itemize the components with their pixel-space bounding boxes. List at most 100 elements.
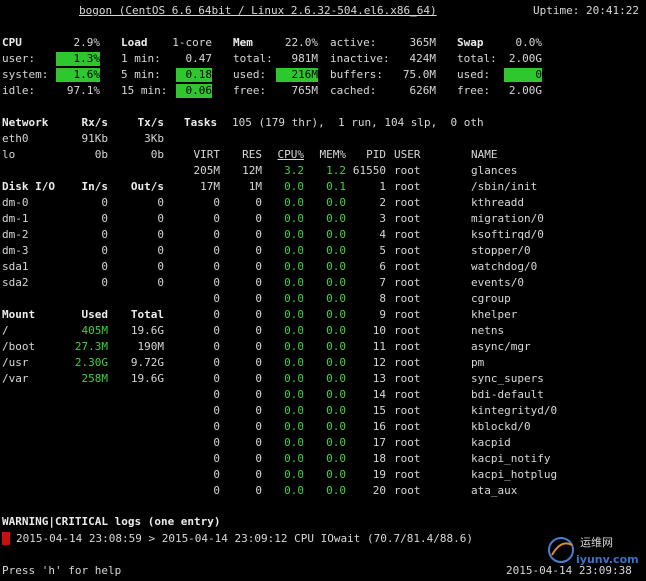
proc-user: root — [394, 244, 421, 257]
proc-res: 0 — [255, 468, 262, 481]
proc-cpu: 3.2 — [284, 164, 304, 177]
proc-pid: 6 — [379, 260, 386, 273]
mount-used: 2.30G — [74, 356, 108, 369]
load-title: Load — [121, 36, 148, 49]
proc-virt: 0 — [213, 292, 220, 305]
proc-mem: 0.0 — [326, 356, 346, 369]
proc-user: root — [394, 388, 421, 401]
proc-header-virt[interactable]: VIRT — [176, 148, 221, 162]
disk-in: 0 — [101, 196, 108, 209]
mem-used-label: used: — [233, 68, 267, 81]
mem-active-label: active: — [330, 36, 377, 49]
proc-mem: 0.0 — [326, 452, 346, 465]
disk-out: 0 — [157, 244, 164, 257]
disk-in: 0 — [101, 228, 108, 241]
proc-mem: 0.0 — [326, 212, 346, 225]
proc-pid: 61550 — [352, 164, 386, 177]
proc-header-name[interactable]: NAME — [471, 148, 498, 162]
cpu-system-label: system: — [2, 68, 49, 81]
proc-name: cgroup — [471, 292, 511, 305]
proc-name: netns — [471, 324, 505, 337]
proc-virt: 205M — [193, 164, 221, 177]
proc-name: ata_aux — [471, 484, 518, 497]
proc-cpu: 0.0 — [284, 180, 304, 193]
proc-name: kthreadd — [471, 196, 524, 209]
proc-mem: 0.0 — [326, 388, 346, 401]
mem-inactive-label: inactive: — [330, 52, 390, 65]
mount-total: 9.72G — [130, 356, 164, 369]
proc-header-user[interactable]: USER — [394, 148, 421, 162]
swap-title: Swap — [457, 36, 484, 49]
proc-pid: 14 — [372, 388, 386, 401]
proc-virt: 17M — [200, 180, 220, 193]
proc-mem: 0.0 — [326, 228, 346, 241]
proc-mem: 0.0 — [326, 484, 346, 497]
mount-path: / — [2, 324, 9, 337]
proc-virt: 0 — [213, 244, 220, 257]
proc-res: 0 — [255, 260, 262, 273]
proc-cpu: 0.0 — [284, 196, 304, 209]
mem-buffers-value: 75.0M — [402, 68, 436, 81]
cpu-total: 2.9% — [73, 36, 101, 49]
proc-cpu: 0.0 — [284, 228, 304, 241]
proc-res: 1M — [248, 180, 262, 193]
proc-cpu: 0.0 — [284, 260, 304, 273]
disk-in: 0 — [101, 260, 108, 273]
proc-name: khelper — [471, 308, 518, 321]
proc-header-pid[interactable]: PID — [346, 148, 386, 162]
proc-res: 0 — [255, 308, 262, 321]
cpu-idle-value: 97.1% — [66, 84, 100, 97]
proc-virt: 0 — [213, 468, 220, 481]
swap-used-value: 0 — [504, 68, 542, 82]
mem-percent: 22.0% — [284, 36, 318, 49]
proc-name: kblockd/0 — [471, 420, 531, 433]
mount-used: 27.3M — [74, 340, 108, 353]
proc-name: migration/0 — [471, 212, 544, 225]
proc-name: kacpi_hotplug — [471, 468, 558, 481]
mount-total: 190M — [137, 340, 165, 353]
proc-res: 0 — [255, 372, 262, 385]
proc-virt: 0 — [213, 196, 220, 209]
help-hint: Press 'h' for help — [2, 564, 122, 577]
disk-out: 0 — [157, 228, 164, 241]
proc-pid: 7 — [379, 276, 386, 289]
mount-total: 19.6G — [130, 372, 164, 385]
proc-user: root — [394, 196, 421, 209]
mem-used-value: 216M — [276, 68, 318, 82]
proc-res: 0 — [255, 356, 262, 369]
watermark-brand: 运维网 — [580, 536, 613, 549]
proc-mem: 0.0 — [326, 468, 346, 481]
proc-res: 0 — [255, 404, 262, 417]
proc-user: root — [394, 164, 421, 177]
diskio-in-header: In/s — [81, 180, 109, 193]
proc-header-res[interactable]: RES — [222, 148, 262, 162]
proc-res: 0 — [255, 276, 262, 289]
proc-header-mem[interactable]: MEM% — [306, 148, 347, 162]
mount-used-header: Used — [81, 308, 109, 321]
proc-name: kintegrityd/0 — [471, 404, 558, 417]
network-tx: 3Kb — [144, 132, 164, 145]
network-rx: 0b — [94, 148, 108, 161]
proc-res: 0 — [255, 244, 262, 257]
proc-cpu: 0.0 — [284, 452, 304, 465]
mem-free-label: free: — [233, 84, 267, 97]
load-cores: 1-core — [172, 36, 212, 49]
disk-device: sda2 — [2, 276, 29, 289]
proc-name: kacpi_notify — [471, 452, 551, 465]
proc-pid: 16 — [372, 420, 386, 433]
proc-user: root — [394, 372, 421, 385]
load-1min-label: 1 min: — [121, 52, 161, 65]
proc-header-cpu[interactable]: CPU% — [266, 148, 305, 162]
proc-pid: 18 — [372, 452, 386, 465]
proc-user: root — [394, 212, 421, 225]
proc-mem: 0.1 — [326, 180, 346, 193]
proc-virt: 0 — [213, 388, 220, 401]
proc-res: 0 — [255, 420, 262, 433]
proc-res: 0 — [255, 324, 262, 337]
swap-total-value: 2.00G — [508, 52, 542, 65]
proc-cpu: 0.0 — [284, 212, 304, 225]
proc-mem: 0.0 — [326, 436, 346, 449]
proc-cpu: 0.0 — [284, 420, 304, 433]
proc-virt: 0 — [213, 436, 220, 449]
proc-res: 0 — [255, 212, 262, 225]
